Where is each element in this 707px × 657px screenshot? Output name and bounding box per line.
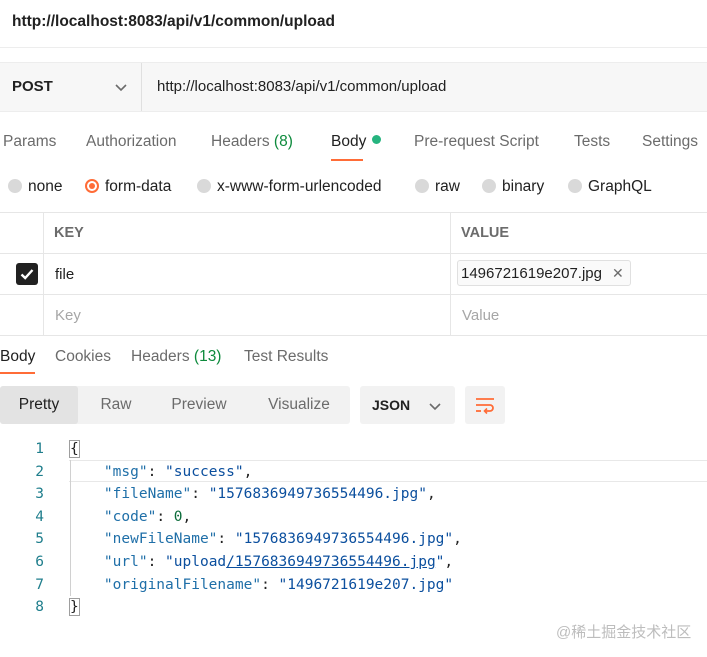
json-key: "originalFilename"	[103, 576, 262, 593]
radio-binary[interactable]: binary	[482, 178, 544, 196]
json-key: "code"	[103, 508, 157, 525]
tab-settings[interactable]: Settings	[642, 133, 698, 151]
json-value: "1496721619e207.jpg"	[278, 576, 454, 593]
radio-raw[interactable]: raw	[415, 178, 460, 196]
request-bar: POST http://localhost:8083/api/v1/common…	[0, 62, 707, 112]
chevron-down-icon	[429, 403, 441, 411]
radio-icon	[568, 179, 582, 193]
radio-icon	[8, 179, 22, 193]
json-value: "1576836949736554496.jpg"	[234, 531, 454, 548]
remove-file-icon[interactable]: ✕	[612, 261, 624, 285]
line-number: 6	[35, 554, 44, 570]
value-column-header: VALUE	[461, 225, 510, 241]
check-icon	[20, 269, 34, 280]
request-tabs: Params Authorization Headers (8) Body Pr…	[0, 122, 707, 164]
key-column-header: KEY	[54, 225, 84, 241]
row-key[interactable]: file	[55, 266, 74, 283]
json-key: "url"	[103, 554, 148, 570]
table-row-new: Key Value	[0, 295, 707, 336]
json-value: "1576836949736554496.jpg"	[208, 486, 427, 503]
view-raw-button[interactable]: Raw	[86, 386, 146, 424]
close-brace: }	[69, 598, 80, 617]
format-label: JSON	[372, 397, 411, 413]
radio-icon	[197, 179, 211, 193]
code-line: 4 "code": 0,	[0, 506, 707, 529]
url-input[interactable]: http://localhost:8083/api/v1/common/uplo…	[157, 78, 446, 95]
code-line: 8 }	[0, 596, 707, 619]
radio-icon	[415, 179, 429, 193]
format-select[interactable]: JSON	[360, 386, 455, 424]
file-name: 1496721619e207.jpg	[461, 265, 602, 282]
request-title[interactable]: http://localhost:8083/api/v1/common/uplo…	[12, 13, 335, 31]
row-enabled-checkbox[interactable]	[16, 263, 38, 285]
wrap-lines-icon	[476, 398, 494, 415]
body-type-options: none form-data x-www-form-urlencoded raw…	[0, 174, 707, 202]
wrap-lines-button[interactable]	[465, 386, 505, 424]
form-data-table: KEY VALUE file 1496721619e207.jpg ✕ Key V…	[0, 212, 707, 336]
line-number: 1	[35, 441, 44, 457]
view-preview-button[interactable]: Preview	[160, 386, 238, 424]
tab-params[interactable]: Params	[3, 133, 56, 151]
response-tab-body[interactable]: Body	[0, 348, 36, 374]
line-number: 2	[35, 463, 44, 480]
body-status-dot	[372, 135, 382, 144]
file-chip[interactable]: 1496721619e207.jpg ✕	[457, 260, 631, 286]
value-input[interactable]: Value	[462, 307, 499, 324]
json-value: 0	[173, 508, 183, 525]
code-line: 3 "fileName": "1576836949736554496.jpg",	[0, 483, 707, 506]
radio-none[interactable]: none	[8, 178, 62, 196]
line-number: 4	[35, 508, 44, 525]
response-tab-cookies[interactable]: Cookies	[55, 348, 111, 366]
headers-count: (8)	[273, 133, 293, 150]
table-header-row: KEY VALUE	[0, 213, 707, 254]
radio-x-www-form-urlencoded[interactable]: x-www-form-urlencoded	[197, 178, 382, 196]
json-key: "fileName"	[103, 486, 192, 503]
line-number: 5	[35, 531, 44, 548]
response-body[interactable]: 1 { 2 "msg": "success", 3 "fileName": "1…	[0, 438, 707, 618]
url-link[interactable]: /1576836949736554496.jpg	[226, 554, 436, 570]
response-headers-count: (13)	[193, 348, 222, 365]
radio-checked-icon	[85, 179, 99, 193]
code-line: 6 "url": "upload/1576836949736554496.jpg…	[0, 551, 707, 574]
code-line: 2 "msg": "success",	[0, 461, 707, 484]
code-line: 7 "originalFilename": "1496721619e207.jp…	[0, 574, 707, 597]
radio-form-data[interactable]: form-data	[85, 178, 171, 196]
method-label: POST	[12, 78, 53, 95]
radio-icon	[482, 179, 496, 193]
watermark: @稀土掘金技术社区	[556, 624, 692, 641]
view-mode-group: Pretty Raw Preview Visualize	[0, 386, 350, 424]
json-key: "msg"	[103, 463, 148, 480]
view-visualize-button[interactable]: Visualize	[254, 386, 344, 424]
line-number: 3	[35, 486, 44, 503]
tab-body[interactable]: Body	[331, 133, 382, 161]
tab-headers[interactable]: Headers (8)	[211, 133, 293, 151]
view-pretty-button[interactable]: Pretty	[0, 386, 78, 424]
line-number: 7	[35, 576, 44, 593]
open-brace: {	[69, 440, 80, 458]
table-row: file 1496721619e207.jpg ✕	[0, 254, 707, 295]
response-tab-headers[interactable]: Headers (13)	[131, 348, 221, 366]
tab-tests[interactable]: Tests	[574, 133, 610, 151]
method-select[interactable]: POST	[0, 63, 142, 111]
code-line: 5 "newFileName": "1576836949736554496.jp…	[0, 528, 707, 551]
json-key: "newFileName"	[103, 531, 218, 548]
radio-graphql[interactable]: GraphQL	[568, 178, 652, 196]
line-number: 8	[35, 599, 44, 616]
chevron-down-icon	[115, 84, 127, 92]
json-value: "success"	[165, 463, 244, 480]
code-line: 1 {	[0, 438, 707, 461]
request-title-bar: http://localhost:8083/api/v1/common/uplo…	[0, 0, 707, 48]
tab-pre-request-script[interactable]: Pre-request Script	[414, 133, 539, 151]
response-tab-test-results[interactable]: Test Results	[244, 348, 328, 366]
key-input[interactable]: Key	[55, 307, 81, 324]
response-tabs: Body Cookies Headers (13) Test Results	[0, 344, 707, 376]
tab-authorization[interactable]: Authorization	[86, 133, 176, 151]
